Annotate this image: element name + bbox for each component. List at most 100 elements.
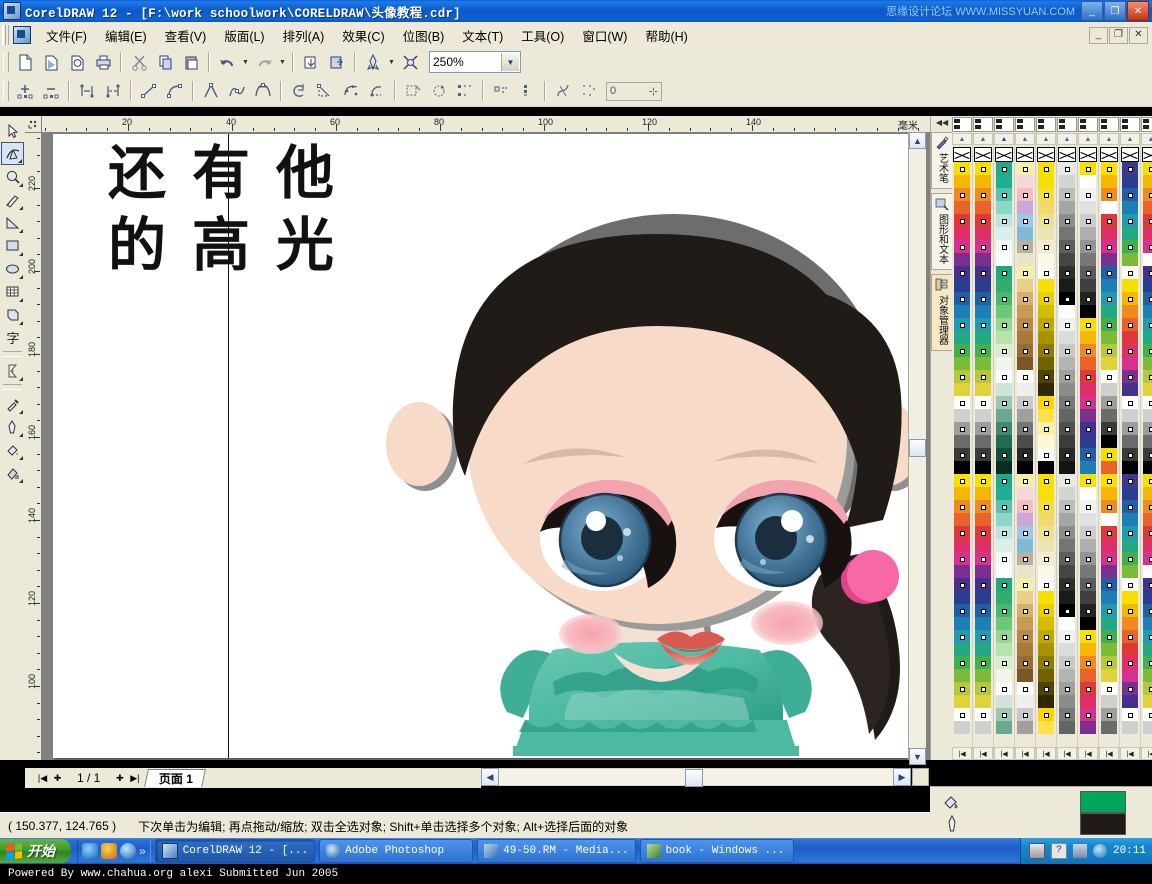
palette-color-swatch[interactable] [996, 214, 1012, 227]
palette-color-swatch[interactable] [1017, 461, 1033, 474]
color-palette-column[interactable]: ▲|◀ [973, 116, 994, 760]
palette-color-swatch[interactable] [1143, 643, 1152, 656]
palette-color-swatch[interactable] [996, 162, 1012, 175]
palette-color-swatch[interactable] [1101, 643, 1117, 656]
palette-color-swatch[interactable] [1080, 669, 1096, 682]
standard-toolbar-grip[interactable] [3, 52, 9, 72]
palette-color-swatch[interactable] [1080, 695, 1096, 708]
undo-dropdown-icon[interactable]: ▼ [240, 51, 251, 73]
palette-color-swatch[interactable] [1059, 617, 1075, 630]
palette-color-swatch[interactable] [1143, 305, 1152, 318]
palette-color-swatch[interactable] [1122, 279, 1138, 292]
palette-color-swatch[interactable] [1038, 500, 1054, 513]
palette-color-swatch[interactable] [975, 201, 991, 214]
palette-color-swatch[interactable] [1059, 344, 1075, 357]
palette-scroll-up-button[interactable]: ▲ [1036, 133, 1056, 145]
palette-color-swatch[interactable] [954, 461, 970, 474]
delete-node-icon[interactable] [39, 79, 63, 103]
palette-color-swatch[interactable] [1017, 344, 1033, 357]
palette-color-swatch[interactable] [1101, 617, 1117, 630]
menu-help[interactable]: 帮助(H) [636, 23, 696, 48]
palette-color-swatch[interactable] [975, 214, 991, 227]
color-palette-column[interactable]: ▲|◀ [1057, 116, 1078, 760]
extend-curve-icon[interactable] [313, 79, 337, 103]
palette-color-swatch[interactable] [996, 578, 1012, 591]
palette-color-swatch[interactable] [1080, 643, 1096, 656]
palette-color-swatch[interactable] [1122, 305, 1138, 318]
palette-color-swatch[interactable] [1122, 721, 1138, 734]
palette-color-swatch[interactable] [1017, 630, 1033, 643]
reverse-curve-icon[interactable] [287, 79, 311, 103]
palette-color-swatch[interactable] [1038, 396, 1054, 409]
palette-color-swatch[interactable] [996, 357, 1012, 370]
palette-color-swatch[interactable] [1059, 227, 1075, 240]
palette-color-swatch[interactable] [975, 175, 991, 188]
menu-layout[interactable]: 版面(L) [215, 23, 273, 48]
palette-color-swatch[interactable] [1101, 448, 1117, 461]
palette-color-swatch[interactable] [1122, 656, 1138, 669]
palette-color-swatch[interactable] [1122, 565, 1138, 578]
palette-color-swatch[interactable] [1101, 396, 1117, 409]
palette-no-color-swatch[interactable] [974, 147, 992, 162]
palette-color-swatch[interactable] [1059, 682, 1075, 695]
palette-color-swatch[interactable] [1080, 331, 1096, 344]
zoom-level-combobox[interactable]: ▼ [429, 51, 521, 73]
dimension-tool[interactable] [1, 211, 24, 234]
palette-color-swatch[interactable] [1017, 643, 1033, 656]
network-icon[interactable] [1073, 844, 1087, 858]
palette-menu-icon[interactable] [1078, 117, 1098, 132]
palette-color-swatch[interactable] [1143, 669, 1152, 682]
palette-color-swatch[interactable] [975, 474, 991, 487]
player-icon[interactable] [120, 843, 136, 859]
docker-collapse-icon[interactable]: ◀◀ [932, 116, 952, 128]
palette-color-swatch[interactable] [954, 188, 970, 201]
palette-scroll-up-button[interactable]: ▲ [1078, 133, 1098, 145]
palette-color-swatch[interactable] [1038, 409, 1054, 422]
palette-color-swatch[interactable] [954, 240, 970, 253]
taskbar-clock[interactable]: 20:11 [1113, 845, 1146, 857]
palette-color-swatch[interactable] [1059, 370, 1075, 383]
palette-color-swatch[interactable] [1059, 591, 1075, 604]
palette-color-swatch[interactable] [1059, 513, 1075, 526]
palette-color-swatch[interactable] [996, 396, 1012, 409]
palette-color-swatch[interactable] [954, 162, 970, 175]
cartoon-girl-illustration[interactable] [53, 134, 919, 758]
make-node-cusp-icon[interactable] [199, 79, 223, 103]
palette-color-swatch[interactable] [1122, 643, 1138, 656]
eyedropper-tool[interactable] [1, 392, 24, 415]
palette-color-swatch[interactable] [954, 227, 970, 240]
palette-no-color-swatch[interactable] [1016, 147, 1034, 162]
palette-color-swatch[interactable] [1038, 565, 1054, 578]
palette-no-color-swatch[interactable] [1121, 147, 1139, 162]
palette-color-swatch[interactable] [1122, 630, 1138, 643]
palette-color-swatch[interactable] [1059, 474, 1075, 487]
palette-color-swatch[interactable] [1101, 656, 1117, 669]
palette-color-swatch[interactable] [1017, 539, 1033, 552]
palette-color-swatch[interactable] [954, 500, 970, 513]
palette-color-swatch[interactable] [1122, 214, 1138, 227]
palette-scroll-bottom-button[interactable]: |◀ [1099, 747, 1119, 760]
palette-color-swatch[interactable] [1122, 240, 1138, 253]
palette-color-swatch[interactable] [954, 682, 970, 695]
menu-file[interactable]: 文件(F) [37, 23, 96, 48]
color-palette-column[interactable]: ▲|◀ [1078, 116, 1099, 760]
fill-tool-flyout-icon[interactable] [19, 456, 23, 460]
palette-color-swatch[interactable] [1038, 305, 1054, 318]
palette-color-swatch[interactable] [1017, 513, 1033, 526]
extract-subpath-icon[interactable] [339, 79, 363, 103]
palette-color-swatch[interactable] [1101, 188, 1117, 201]
palette-scroll-bottom-button[interactable]: |◀ [1141, 747, 1152, 760]
ruler-origin-corner[interactable] [25, 116, 42, 133]
palette-color-swatch[interactable] [996, 682, 1012, 695]
menu-view[interactable]: 查看(V) [156, 23, 216, 48]
palette-color-swatch[interactable] [1080, 214, 1096, 227]
palette-color-swatch[interactable] [1038, 188, 1054, 201]
break-curve-icon[interactable] [101, 79, 125, 103]
palette-color-swatch[interactable] [954, 396, 970, 409]
palette-color-swatch[interactable] [1080, 175, 1096, 188]
palette-color-swatch[interactable] [1059, 552, 1075, 565]
convert-to-line-icon[interactable] [137, 79, 161, 103]
palette-color-swatch[interactable] [975, 461, 991, 474]
export-icon[interactable] [325, 50, 349, 74]
palette-scroll-bottom-button[interactable]: |◀ [994, 747, 1014, 760]
